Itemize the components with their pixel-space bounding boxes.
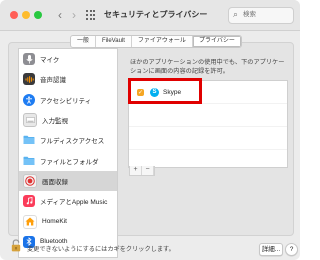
- sidebar-item-input-monitoring[interactable]: 入力監視: [19, 110, 117, 130]
- tab-firewall[interactable]: ファイアウォール: [132, 36, 193, 47]
- search-input[interactable]: [243, 9, 289, 20]
- accessibility-icon: [23, 93, 35, 106]
- waveform-icon: [23, 73, 35, 86]
- forward-icon[interactable]: ›: [68, 8, 80, 22]
- title-bar: ‹ › セキュリティとプライバシー ⌕: [0, 0, 300, 31]
- homekit-icon: [23, 214, 37, 229]
- advanced-button[interactable]: 詳細...: [259, 243, 283, 256]
- sidebar-item-label: 音声認識: [40, 77, 66, 85]
- sidebar-item-label: フルディスクアクセス: [40, 138, 105, 146]
- sidebar-item-label: 画面収録: [42, 178, 68, 186]
- sidebar-item-full-disk-access[interactable]: フルディスクアクセス: [19, 130, 117, 150]
- add-app-button[interactable]: +: [130, 166, 142, 175]
- sidebar-item-label: ファイルとフォルダ: [40, 158, 99, 166]
- sidebar-item-media-and-apple-music[interactable]: メディアとApple Music: [19, 191, 117, 211]
- sidebar-item-speech-recognition[interactable]: 音声認識: [19, 69, 117, 89]
- microphone-icon: [23, 53, 35, 66]
- privacy-category-list: マイク 音声認識 アクセシビリティ 入力監視 フルディスクアクセス ファイルとフ…: [18, 48, 118, 258]
- music-icon: [23, 195, 35, 208]
- sidebar-item-homekit[interactable]: HomeKit: [19, 211, 117, 231]
- close-window-button[interactable]: [10, 11, 18, 19]
- keyboard-icon: [23, 113, 37, 128]
- tab-general[interactable]: 一般: [71, 36, 97, 47]
- screen-record-icon: [23, 173, 37, 188]
- sidebar-item-screen-recording[interactable]: 画面収録: [19, 170, 117, 192]
- lock-instruction-text: 変更できないようにするにはカギをクリックします。: [27, 246, 175, 253]
- add-remove-controls: + −: [129, 166, 155, 176]
- tab-privacy[interactable]: プライバシー: [192, 36, 241, 47]
- tab-bar: 一般 FileVault ファイアウォール プライバシー: [70, 35, 242, 48]
- sidebar-item-accessibility[interactable]: アクセシビリティ: [19, 90, 117, 110]
- sidebar-item-label: HomeKit: [42, 218, 67, 226]
- help-button[interactable]: ?: [285, 243, 298, 256]
- show-all-grid-icon[interactable]: [86, 10, 96, 20]
- preferences-window: ‹ › セキュリティとプライバシー ⌕ 一般 FileVault ファイアウォー…: [0, 0, 300, 260]
- window-title: セキュリティとプライバシー: [104, 10, 208, 19]
- back-icon[interactable]: ‹: [54, 8, 66, 22]
- sidebar-item-files-and-folders[interactable]: ファイルとフォルダ: [19, 150, 117, 170]
- remove-app-button[interactable]: −: [142, 166, 154, 175]
- sidebar-item-label: 入力監視: [42, 118, 68, 126]
- red-highlight-box: [128, 78, 202, 104]
- sidebar-item-label: マイク: [40, 57, 60, 65]
- zoom-window-button[interactable]: [34, 11, 42, 19]
- screen-recording-description: ほかのアプリケーションの使用中でも、下のアプリケーションに画面の内容の記録を許可…: [130, 59, 285, 75]
- list-row-empty: [129, 104, 287, 127]
- lock-icon[interactable]: [11, 239, 21, 252]
- sidebar-item-label: メディアとApple Music: [40, 199, 108, 207]
- folder-icon: [23, 155, 35, 167]
- folder-icon: [23, 134, 35, 146]
- sidebar-item-label: アクセシビリティ: [40, 97, 92, 105]
- search-field[interactable]: ⌕: [228, 7, 294, 24]
- tab-filevault[interactable]: FileVault: [96, 36, 132, 47]
- search-icon: ⌕: [233, 9, 239, 19]
- minimize-window-button[interactable]: [22, 11, 30, 19]
- sidebar-item-microphone[interactable]: マイク: [19, 49, 117, 69]
- list-row-empty: [129, 127, 287, 150]
